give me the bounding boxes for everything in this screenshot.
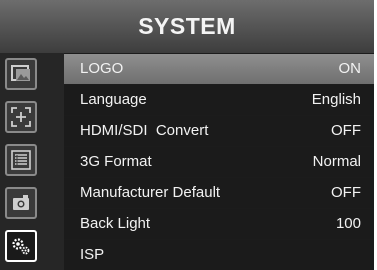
menu-row-logo[interactable]: LOGO ON: [64, 54, 374, 84]
sidebar-item-marker[interactable]: [5, 101, 37, 133]
menu-row-manufacturer-default[interactable]: Manufacturer Default OFF: [64, 178, 374, 208]
marker-frame-icon: [11, 107, 31, 127]
menu-item-label: 3G Format: [80, 153, 152, 170]
menu-item-label: Manufacturer Default: [80, 184, 221, 201]
camera-icon: [13, 195, 29, 210]
menu-item-value: ON: [338, 60, 362, 77]
sidebar-item-list[interactable]: [5, 144, 37, 176]
menu-item-value: 100: [335, 215, 361, 232]
sidebar-item-system[interactable]: [5, 230, 37, 262]
picture-icon: [11, 65, 30, 81]
menu-item-value: Normal: [312, 153, 361, 170]
sidebar-item-camera[interactable]: [5, 187, 37, 219]
page-title: SYSTEM: [138, 13, 236, 39]
menu-row-isp[interactable]: ISP: [64, 240, 374, 270]
menu-row-back-light[interactable]: Back Light 100: [64, 209, 374, 239]
menu-item-label: LOGO: [80, 60, 124, 77]
menu-item-label: HDMI/SDI Convert: [80, 122, 209, 139]
sidebar: [0, 53, 64, 270]
menu-row-language[interactable]: Language English: [64, 85, 374, 115]
menu-item-label: Language: [80, 91, 147, 108]
menu-item-value: OFF: [331, 184, 361, 201]
menu-item-value: OFF: [331, 122, 361, 139]
menu-item-value: English: [311, 91, 361, 108]
menu-row-hdmi-sdi-convert[interactable]: HDMI/SDI Convert OFF: [64, 116, 374, 146]
menu-row-3g-format[interactable]: 3G Format Normal: [64, 147, 374, 177]
system-gears-icon: [12, 238, 30, 255]
header-bar: SYSTEM: [0, 0, 374, 53]
sidebar-item-picture[interactable]: [5, 58, 37, 90]
settings-menu: LOGO ON Language English HDMI/SDI Conver…: [64, 53, 374, 270]
menu-item-label: Back Light: [80, 215, 151, 232]
monitor-osd: SYSTEM LOGO ON Language English HDMI/SDI…: [0, 0, 374, 270]
menu-item-label: ISP: [80, 246, 105, 263]
list-icon: [11, 150, 31, 170]
